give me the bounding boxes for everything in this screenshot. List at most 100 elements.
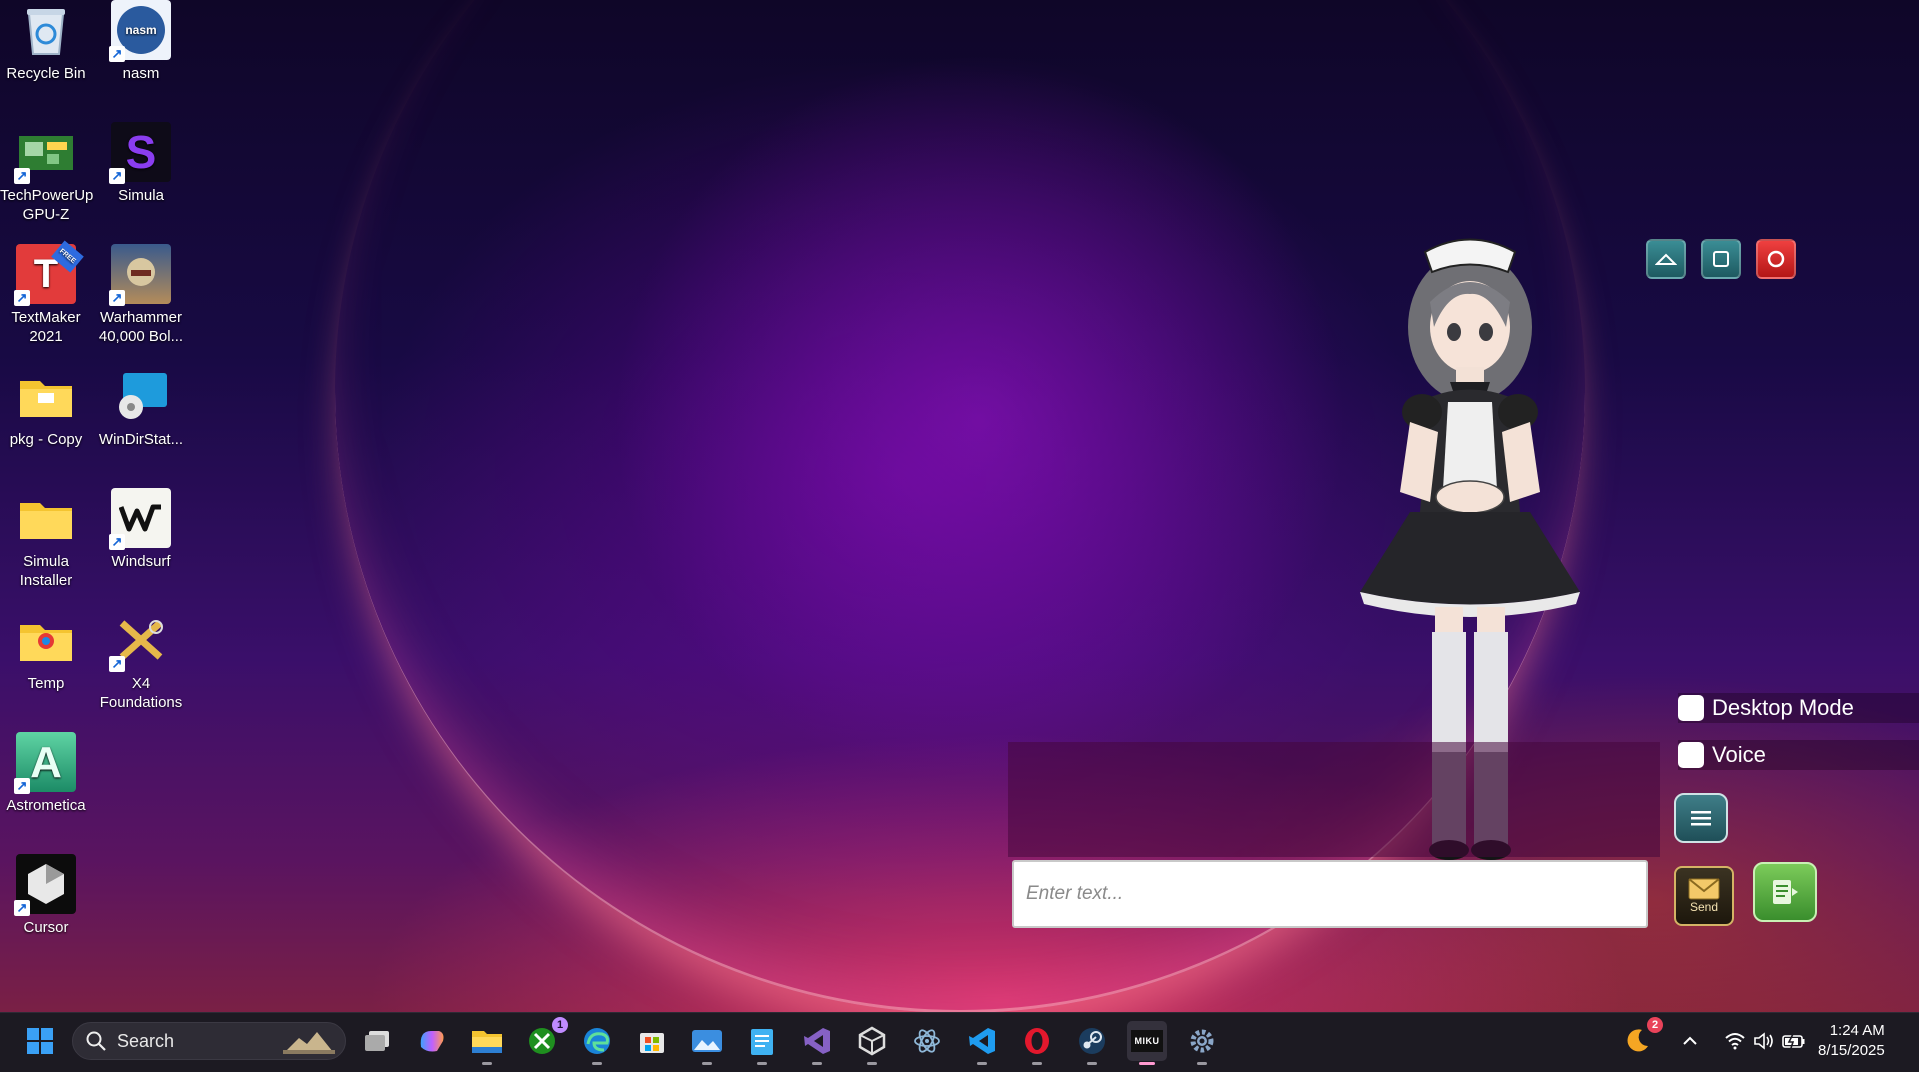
simula-icon: S ↗ — [109, 122, 171, 184]
notes-button[interactable] — [1753, 862, 1817, 922]
running-indicator — [1087, 1062, 1097, 1065]
taskbar-task-view[interactable] — [357, 1021, 397, 1061]
desktop-icon-pkg-copy[interactable]: pkg - Copy — [0, 366, 92, 449]
desktop-icon-label: TechPowerUp GPU-Z — [0, 187, 94, 223]
desktop-icon-windsurf[interactable]: ↗ Windsurf — [95, 488, 187, 571]
astrometica-icon: A ↗ — [14, 732, 76, 794]
show-hidden-icons-button[interactable] — [1676, 1021, 1704, 1061]
wifi-button[interactable] — [1721, 1021, 1749, 1061]
maximize-button[interactable] — [1701, 239, 1741, 279]
shortcut-arrow-icon: ↗ — [14, 290, 30, 306]
square-icon — [1713, 251, 1729, 267]
shortcut-arrow-icon: ↗ — [109, 290, 125, 306]
desktop-icon-temp[interactable]: Temp — [0, 610, 92, 693]
send-label: Send — [1689, 900, 1719, 914]
battery-charging-icon — [1782, 1033, 1805, 1049]
menu-button[interactable] — [1674, 793, 1728, 843]
notepad-icon — [751, 1029, 773, 1055]
voice-checkbox[interactable] — [1678, 742, 1704, 768]
desktop-icon-label: pkg - Copy — [9, 431, 83, 448]
taskbar-unity[interactable] — [852, 1021, 892, 1065]
warhammer-icon: ↗ — [109, 244, 171, 306]
desktop-icon-label: WinDirStat... — [98, 431, 184, 448]
desktop-icon-simula-installer[interactable]: Simula Installer — [0, 488, 92, 590]
vscode-icon — [969, 1028, 995, 1054]
taskbar-settings[interactable] — [1182, 1021, 1222, 1065]
edge-icon — [584, 1028, 610, 1054]
desktop-mode-checkbox[interactable] — [1678, 695, 1704, 721]
running-indicator — [1197, 1062, 1207, 1065]
weather-widget[interactable]: 2 — [1617, 1017, 1663, 1061]
folder-icon — [16, 488, 76, 548]
taskbar-copilot[interactable] — [412, 1021, 452, 1061]
notification-badge: 1 — [552, 1017, 568, 1033]
photos-icon — [692, 1030, 722, 1052]
taskbar-store[interactable] — [632, 1021, 672, 1061]
taskbar-steam[interactable] — [1072, 1021, 1112, 1065]
running-indicator — [867, 1062, 877, 1065]
desktop-icon-simula[interactable]: S ↗ Simula — [95, 122, 187, 205]
desktop-icon-label: Warhammer 40,000 Bol... — [98, 309, 184, 345]
folder-icon — [472, 1031, 502, 1053]
copilot-icon — [420, 1031, 444, 1052]
chevron-up-icon — [1683, 1036, 1697, 1045]
desktop-icon-gpu-z[interactable]: ↗ TechPowerUp GPU-Z — [0, 122, 94, 224]
moon-weather-icon — [1627, 1029, 1648, 1052]
desktop-icon-warhammer[interactable]: ↗ Warhammer 40,000 Bol... — [95, 244, 187, 346]
search-placeholder: Search — [117, 1030, 175, 1051]
textmaker-icon: T FREE ↗ — [14, 240, 84, 306]
desktop-mode-option[interactable]: Desktop Mode — [1678, 693, 1919, 723]
desktop-icon-recycle-bin[interactable]: Recycle Bin — [0, 0, 92, 83]
send-button[interactable]: Send — [1674, 866, 1734, 926]
desktop-icon-x4[interactable]: ↗ X4 Foundations — [95, 610, 187, 712]
running-indicator — [1032, 1062, 1042, 1065]
taskbar-xbox[interactable]: 1 — [522, 1017, 568, 1061]
close-button[interactable] — [1756, 239, 1796, 279]
taskbar-clock[interactable]: 1:24 AM 8/15/2025 — [1818, 1021, 1885, 1061]
astrometica-logo: A — [30, 737, 62, 787]
gear-icon — [1190, 1029, 1214, 1053]
circle-close-icon — [1767, 250, 1785, 268]
desktop-icon-astrometica[interactable]: A ↗ Astrometica — [0, 732, 92, 815]
taskbar-visual-studio[interactable] — [797, 1021, 837, 1065]
chat-input[interactable] — [1012, 860, 1648, 928]
taskbar-photos[interactable] — [687, 1021, 727, 1065]
desktop-icon-textmaker[interactable]: T FREE ↗ TextMaker 2021 — [0, 240, 92, 346]
taskbar-notepad[interactable] — [742, 1021, 782, 1065]
visual-studio-icon — [804, 1028, 830, 1054]
desktop-icon-label: Recycle Bin — [6, 65, 86, 82]
chevron-up-icon — [1655, 253, 1677, 265]
start-button[interactable] — [20, 1021, 60, 1061]
windows-start-icon — [27, 1028, 53, 1054]
taskbar-miku[interactable]: MIKU — [1127, 1021, 1167, 1065]
taskbar-file-explorer[interactable] — [467, 1021, 507, 1065]
taskbar-electron[interactable] — [907, 1021, 947, 1061]
volume-button[interactable] — [1750, 1021, 1778, 1061]
clock-time: 1:24 AM — [1829, 1022, 1885, 1039]
running-indicator — [757, 1062, 767, 1065]
voice-label: Voice — [1712, 742, 1766, 767]
electron-icon — [914, 1029, 940, 1053]
running-indicator — [482, 1062, 492, 1065]
shortcut-arrow-icon: ↗ — [109, 534, 125, 550]
running-indicator — [977, 1062, 987, 1065]
weather-badge: 2 — [1647, 1017, 1663, 1033]
shortcut-arrow-icon: ↗ — [109, 656, 125, 672]
speaker-icon — [1754, 1032, 1773, 1050]
taskbar-opera[interactable] — [1017, 1021, 1057, 1065]
desktop-icon-nasm[interactable]: nasm ↗ nasm — [95, 0, 187, 83]
taskbar-vscode[interactable] — [962, 1021, 1002, 1065]
voice-option[interactable]: Voice — [1678, 740, 1919, 770]
nasm-icon: nasm ↗ — [109, 0, 171, 62]
battery-button[interactable] — [1780, 1021, 1808, 1061]
desktop-icon-label: X4 Foundations — [99, 675, 183, 711]
desktop-icon-windirstat[interactable]: WinDirStat... — [95, 366, 187, 449]
store-icon — [640, 1033, 664, 1053]
task-view-icon — [365, 1031, 389, 1051]
search-icon — [86, 1031, 106, 1051]
desktop-icon-cursor[interactable]: ↗ Cursor — [0, 854, 92, 937]
taskbar-search[interactable]: Search — [72, 1022, 346, 1060]
minimize-button[interactable] — [1646, 239, 1686, 279]
miku-icon: MIKU — [1131, 1030, 1163, 1052]
taskbar-edge[interactable] — [577, 1021, 617, 1065]
